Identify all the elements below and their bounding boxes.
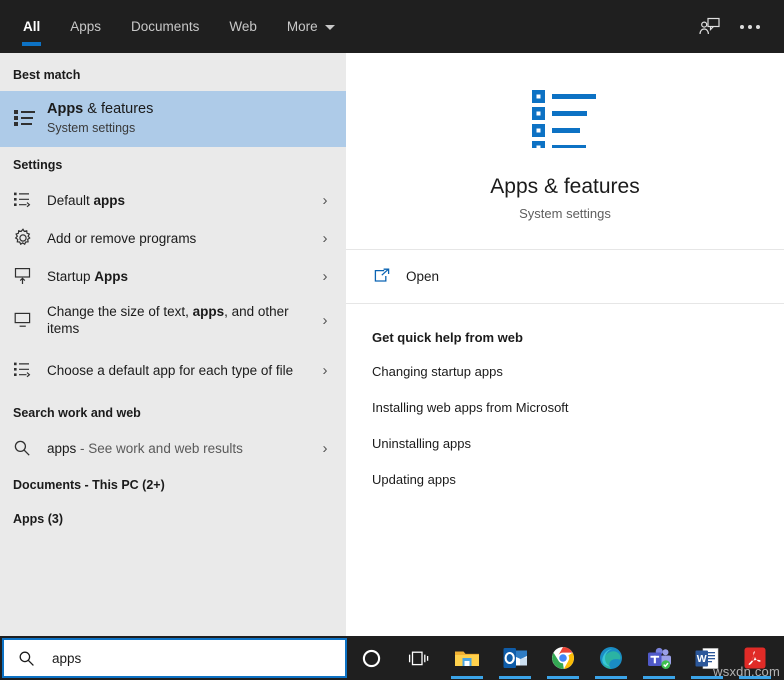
chevron-right-icon: ›: [314, 231, 336, 246]
apps-header: Apps (3): [0, 501, 346, 535]
teams-button[interactable]: [635, 636, 683, 680]
settings-item-label: Startup Apps: [47, 268, 314, 285]
help-link[interactable]: Updating apps: [372, 472, 758, 487]
label-bold: apps: [193, 304, 225, 319]
label-pre: Change the size of text,: [47, 304, 193, 319]
watermark: wsxdn.com: [713, 664, 780, 679]
help-link[interactable]: Uninstalling apps: [372, 436, 758, 451]
tab-documents[interactable]: Documents: [116, 0, 214, 53]
open-action[interactable]: Open: [346, 250, 784, 304]
task-view-button[interactable]: [395, 636, 443, 680]
open-action-label: Open: [406, 269, 439, 284]
apps-list-large-icon: [532, 86, 598, 153]
label-pre: Add or remove programs: [47, 231, 196, 246]
search-results-list[interactable]: Best match Apps & features System settin…: [0, 53, 346, 636]
best-match-title-bold: Apps: [47, 101, 83, 117]
label-pre: Choose a default app for each type of fi…: [47, 363, 293, 378]
tab-apps-label: Apps: [70, 19, 101, 34]
settings-item-default-apps[interactable]: Default apps ›: [0, 181, 346, 219]
edge-button[interactable]: [587, 636, 635, 680]
tab-all-label: All: [23, 19, 40, 34]
documents-header: Documents - This PC (2+): [0, 467, 346, 501]
best-match-item[interactable]: Apps & features System settings: [0, 91, 346, 147]
open-external-icon: [372, 267, 406, 287]
settings-item-change-text-size[interactable]: Change the size of text, apps, and other…: [0, 295, 346, 345]
file-explorer-button[interactable]: [443, 636, 491, 680]
chevron-right-icon: ›: [314, 269, 336, 284]
settings-header: Settings: [0, 147, 346, 181]
search-icon: [13, 439, 47, 457]
person-feedback-icon[interactable]: [690, 7, 730, 47]
label-pre: Startup: [47, 269, 94, 284]
ellipsis-dots: [740, 25, 760, 29]
quick-help-section: Get quick help from web Changing startup…: [346, 304, 784, 508]
tab-web-label: Web: [229, 19, 257, 34]
startup-monitor-icon: [13, 266, 47, 286]
settings-item-add-remove-programs[interactable]: Add or remove programs ›: [0, 219, 346, 257]
best-match-subtitle: System settings: [47, 120, 330, 137]
web-search-item[interactable]: apps - See work and web results ›: [0, 429, 346, 467]
settings-item-choose-default-app[interactable]: Choose a default app for each type of fi…: [0, 345, 346, 395]
search-body: Best match Apps & features System settin…: [0, 53, 784, 636]
gear-icon: [13, 228, 47, 248]
search-header: All Apps Documents Web More: [0, 0, 784, 53]
web-search-label: apps - See work and web results: [47, 440, 314, 457]
tab-web[interactable]: Web: [214, 0, 272, 53]
tab-more-label: More: [287, 19, 318, 34]
label-bold: Apps: [94, 269, 128, 284]
web-search-query: apps: [47, 441, 76, 456]
tab-documents-label: Documents: [131, 19, 199, 34]
taskbar: apps: [0, 636, 784, 680]
display-monitor-icon: [13, 311, 47, 329]
search-flyout: All Apps Documents Web More: [0, 0, 784, 636]
best-match-header: Best match: [0, 57, 346, 91]
tab-all[interactable]: All: [8, 0, 55, 53]
settings-item-label: Default apps: [47, 192, 314, 209]
search-tabs: All Apps Documents Web More: [0, 0, 350, 53]
chevron-right-icon: ›: [314, 313, 336, 328]
preview-title: Apps & features: [366, 175, 764, 199]
svg-text:W: W: [697, 653, 707, 665]
settings-item-label: Choose a default app for each type of fi…: [47, 362, 314, 379]
ellipsis-icon[interactable]: [730, 7, 770, 47]
header-actions: [690, 0, 784, 53]
outlook-button[interactable]: [491, 636, 539, 680]
settings-item-startup-apps[interactable]: Startup Apps ›: [0, 257, 346, 295]
search-input[interactable]: apps: [52, 651, 81, 666]
label-bold: apps: [94, 193, 126, 208]
chevron-down-icon: [325, 25, 335, 30]
search-icon: [18, 650, 48, 667]
label-pre: Default: [47, 193, 94, 208]
best-match-title-rest: & features: [83, 101, 153, 117]
chrome-button[interactable]: [539, 636, 587, 680]
chevron-right-icon: ›: [314, 363, 336, 378]
default-apps-icon: [13, 191, 47, 209]
web-search-suffix: - See work and web results: [76, 441, 243, 456]
tab-more[interactable]: More: [272, 0, 350, 53]
preview-hero: Apps & features System settings: [346, 53, 784, 250]
taskbar-search-box[interactable]: apps: [2, 638, 347, 678]
cortana-button[interactable]: [347, 636, 395, 680]
search-work-web-header: Search work and web: [0, 395, 346, 429]
quick-help-title: Get quick help from web: [372, 330, 758, 345]
help-link[interactable]: Changing startup apps: [372, 364, 758, 379]
apps-list-icon: [13, 108, 47, 130]
default-app-file-icon: [13, 361, 47, 379]
settings-item-label: Change the size of text, apps, and other…: [47, 303, 314, 337]
preview-subtitle: System settings: [366, 206, 764, 221]
chevron-right-icon: ›: [314, 193, 336, 208]
settings-item-label: Add or remove programs: [47, 230, 314, 247]
preview-pane: Apps & features System settings Open Get…: [346, 53, 784, 636]
chevron-right-icon: ›: [314, 441, 336, 456]
tab-apps[interactable]: Apps: [55, 0, 116, 53]
best-match-text: Apps & features System settings: [47, 101, 336, 137]
help-link[interactable]: Installing web apps from Microsoft: [372, 400, 758, 415]
